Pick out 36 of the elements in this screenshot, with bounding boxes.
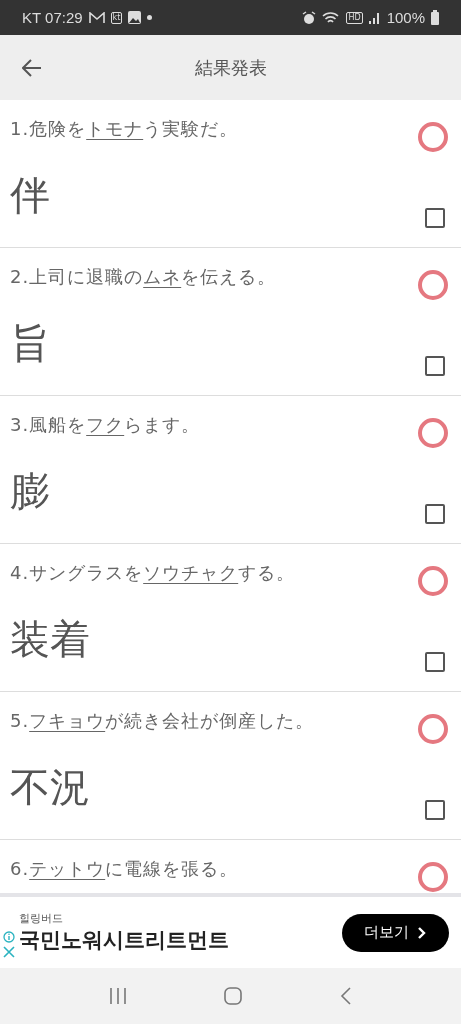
home-icon[interactable] xyxy=(224,987,243,1005)
hd-badge: HD xyxy=(346,11,363,24)
back-icon[interactable] xyxy=(340,987,353,1005)
question-sentence: 3.風船を フク らます。 xyxy=(10,413,202,437)
ad-headline: 국민노워시트리트먼트 xyxy=(19,927,230,954)
checkbox[interactable] xyxy=(425,652,445,672)
answer-kanji: 不況 xyxy=(10,763,90,812)
advertiser-name: 힐링버드 xyxy=(19,911,64,926)
answer-kanji: 伴 xyxy=(10,171,50,220)
carrier-badge: kt xyxy=(110,11,123,24)
question-sentence: 4.サングラスを ソウチャクする。 xyxy=(10,561,297,585)
more-button[interactable]: 더보기 xyxy=(342,913,449,952)
mail-icon xyxy=(88,11,105,24)
recent-apps-icon[interactable] xyxy=(108,988,127,1004)
checkbox[interactable] xyxy=(425,504,445,524)
answer-kanji: 膨 xyxy=(10,467,50,516)
screen-title: 結果発表 xyxy=(194,55,267,80)
wifi-icon xyxy=(322,10,341,25)
back-arrow-icon xyxy=(22,58,42,77)
alarm-icon xyxy=(302,10,317,25)
answer-kanji: 旨 xyxy=(10,319,50,368)
checkbox[interactable] xyxy=(425,208,445,228)
battery-icon xyxy=(431,10,439,25)
question-sentence: 6.テットウ に電線を張る。 xyxy=(10,857,240,881)
question-sentence: 2.上司に退職のムネ を伝える。 xyxy=(10,265,278,289)
battery-percent: 100% xyxy=(386,9,425,26)
carrier-time: KT 07:29 xyxy=(22,9,83,26)
checkbox[interactable] xyxy=(425,356,445,376)
signal-icon xyxy=(368,11,381,24)
question-sentence: 1.危険を トモナ う実験だ。 xyxy=(10,117,240,141)
chevron-right-icon xyxy=(417,926,427,939)
checkbox[interactable] xyxy=(425,800,445,820)
question-sentence: 5.フキョウ が続き会社が倒産した。 xyxy=(10,709,316,733)
image-icon xyxy=(128,11,142,24)
dot-icon xyxy=(147,15,153,20)
answer-kanji: 装着 xyxy=(10,615,90,664)
